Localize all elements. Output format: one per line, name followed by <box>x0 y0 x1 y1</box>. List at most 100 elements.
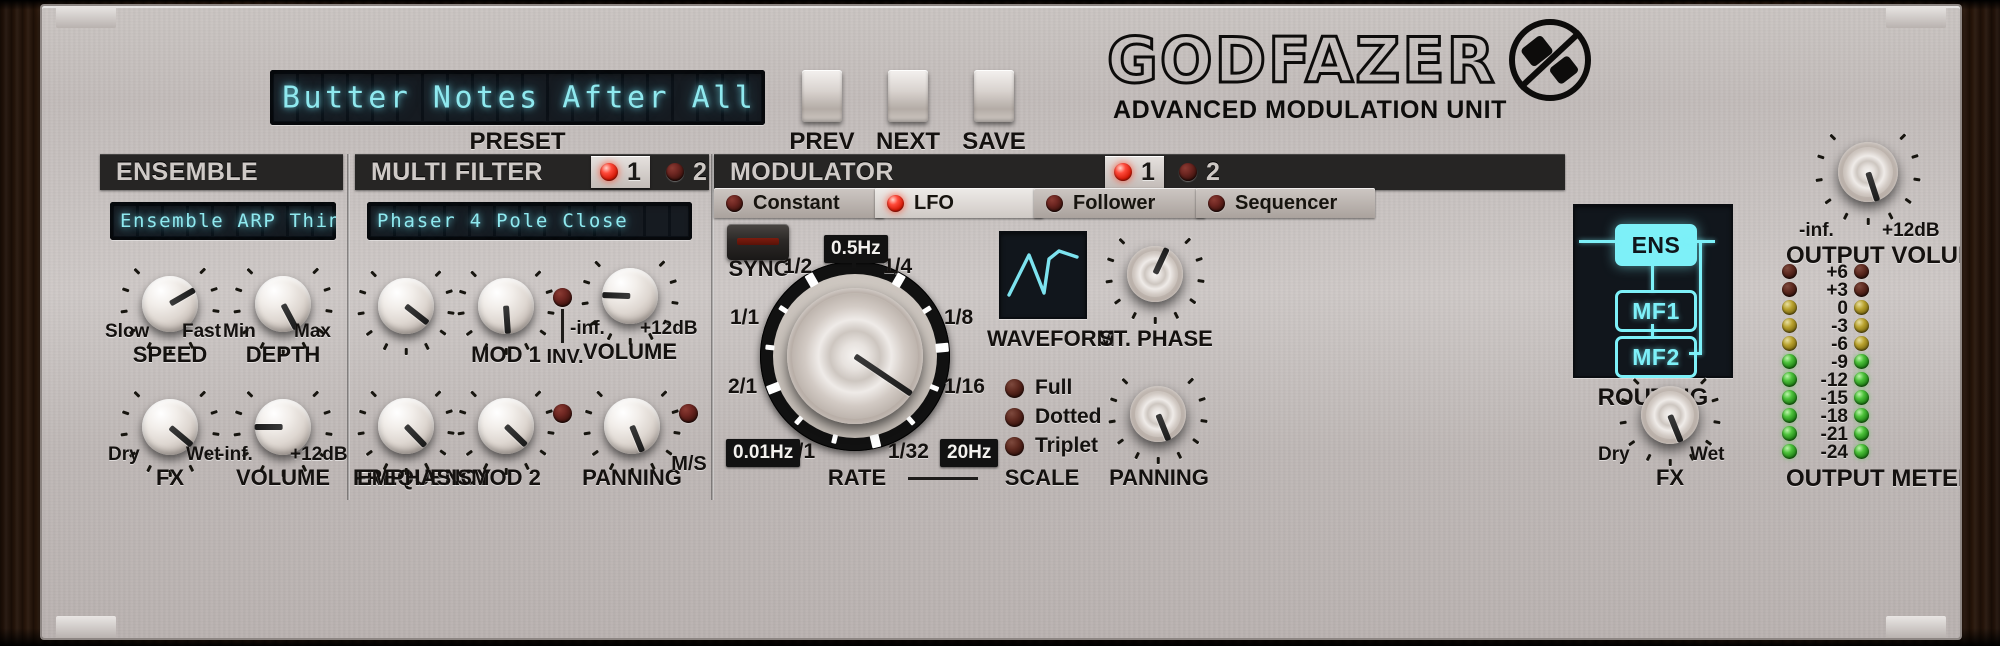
multifilter-selector-1[interactable]: 1 <box>591 156 650 188</box>
knob-pointer <box>503 423 529 448</box>
output-meter-led-right <box>1854 282 1869 297</box>
output-fx-name: FX <box>1655 465 1685 490</box>
multifilter-display[interactable]: Phaser 4 Pole Close <box>367 202 692 240</box>
ensemble-speed-name: SPEED <box>132 342 208 367</box>
knob-cap <box>478 278 534 334</box>
multifilter-inv-label: INV. <box>546 346 584 368</box>
multifilter-mod1-knob[interactable] <box>457 264 555 355</box>
rate-div-label-1-32: 1/32 <box>888 440 929 463</box>
scale-option-dotted-led <box>1005 407 1024 427</box>
sync-button[interactable] <box>727 224 789 260</box>
modulator-panning-knob[interactable] <box>1108 371 1208 464</box>
brand-name: GODFAZER <box>1105 22 1497 98</box>
knob-cap <box>1640 385 1700 445</box>
ensemble-display[interactable]: Ensemble ARP Thin <box>110 202 336 240</box>
rack-ear-bottom-right <box>1886 616 1946 638</box>
rate-badge-stem <box>852 256 856 268</box>
knob-pointer <box>1667 413 1684 444</box>
multifilter-display-text: Phaser 4 Pole Close <box>377 210 629 232</box>
tab-constant[interactable]: Constant <box>714 188 884 218</box>
routing-line-out-v <box>1699 240 1702 354</box>
tab-follower-led <box>1046 194 1063 212</box>
modulator-title: MODULATOR <box>730 157 894 186</box>
ensemble-fx-max-label: Wet <box>186 444 221 465</box>
ensemble-fx-min-label: Dry <box>108 444 140 465</box>
modulator-selector-1[interactable]: 1 <box>1105 156 1164 188</box>
scale-option-triplet-label: Triplet <box>1035 434 1099 457</box>
output-meter-led-left <box>1782 372 1797 387</box>
knob-pointer <box>404 303 430 326</box>
knob-cap <box>478 398 534 454</box>
routing-node-ens[interactable]: ENS <box>1615 224 1697 266</box>
output-fx-max-label: Wet <box>1690 444 1725 465</box>
prev-button[interactable] <box>802 70 842 122</box>
multifilter-selector-2[interactable]: 2 <box>657 156 716 188</box>
output-meter-led-right <box>1854 264 1869 279</box>
scale-option-dotted[interactable]: Dotted <box>1005 405 1102 429</box>
ensemble-volume-name: VOLUME <box>235 465 331 490</box>
plugin-faceplate: GODFAZER ADVANCED MODULATION UNIT Butter… <box>42 6 1960 638</box>
ensemble-volume-min-label: -inf. <box>218 444 253 465</box>
multifilter-inv2-led[interactable] <box>553 404 572 423</box>
tab-lfo-led <box>887 194 904 212</box>
next-button-label: NEXT <box>875 128 940 155</box>
rate-ring-tick <box>765 381 782 395</box>
multifilter-emphasis-knob[interactable] <box>357 384 455 475</box>
waveform-display[interactable] <box>999 231 1087 319</box>
tab-sequencer-label: Sequencer <box>1235 191 1338 214</box>
preset-display[interactable]: Butter Notes After All <box>270 70 765 125</box>
rate-div-label-2-1: 2/1 <box>728 375 758 398</box>
save-button[interactable] <box>974 70 1014 122</box>
routing-node-mf1-label: MF1 <box>1632 297 1680 324</box>
multifilter-frequency-knob[interactable] <box>357 264 455 355</box>
knob-pointer <box>1865 171 1881 202</box>
output-volume-min-label: -inf. <box>1799 220 1834 241</box>
scale-option-triplet[interactable]: Triplet <box>1005 434 1098 458</box>
tab-sequencer[interactable]: Sequencer <box>1196 188 1375 218</box>
output-volume-knob[interactable] <box>1815 126 1921 225</box>
output-meter-led-right <box>1854 300 1869 315</box>
tab-lfo-label: LFO <box>914 191 954 214</box>
knob-cap <box>378 278 434 334</box>
st-phase-knob[interactable] <box>1105 231 1205 324</box>
scale-option-full[interactable]: Full <box>1005 376 1072 400</box>
output-meter-led-left <box>1782 282 1797 297</box>
multifilter-mod2-knob[interactable] <box>457 384 555 475</box>
modulator-selector-2-led <box>1179 163 1197 181</box>
rate-div-label-1-2: 1/2 <box>783 255 813 278</box>
multifilter-inv-led[interactable] <box>553 288 572 307</box>
output-fx-min-label: Dry <box>1598 444 1630 465</box>
next-button[interactable] <box>888 70 928 122</box>
rate-div-label-1-16: 1/16 <box>944 375 985 398</box>
routing-node-mf1[interactable]: MF1 <box>1615 290 1697 332</box>
routing-line-mf1-mf2 <box>1651 324 1654 338</box>
scale-option-full-label: Full <box>1035 376 1073 399</box>
multifilter-panning-knob[interactable] <box>583 384 681 475</box>
rate-min-badge: 0.01Hz <box>726 439 801 467</box>
routing-display[interactable]: ENS MF1 MF2 <box>1573 204 1733 378</box>
output-meter-led-left <box>1782 354 1797 369</box>
tab-lfo[interactable]: LFO <box>875 188 1043 218</box>
modulator-selector-1-led <box>1114 163 1132 181</box>
modulator-selector-2[interactable]: 2 <box>1170 156 1229 188</box>
ensemble-depth-name: DEPTH <box>245 342 321 367</box>
rate-div-label-1-4: 1/4 <box>883 255 913 278</box>
output-meter-label: OUTPUT METER <box>1786 465 1960 492</box>
multifilter-ms-led[interactable] <box>679 404 698 423</box>
tab-follower[interactable]: Follower <box>1034 188 1205 218</box>
ensemble-speed-max-label: Fast <box>182 321 222 342</box>
rate-knob[interactable] <box>787 288 923 424</box>
ensemble-speed-min-label: Slow <box>105 321 150 342</box>
ensemble-title: ENSEMBLE <box>116 157 259 186</box>
multifilter-mod1-name: MOD 1 <box>471 342 541 367</box>
knob-pointer <box>1152 247 1170 276</box>
output-meter-led-left <box>1782 408 1797 423</box>
inv-connector-line <box>561 309 564 343</box>
tab-constant-label: Constant <box>753 191 840 214</box>
output-meter-led-right <box>1854 318 1869 333</box>
multifilter-selector-2-led <box>666 163 684 181</box>
output-meter-led-right <box>1854 408 1869 423</box>
output-meter-led-right <box>1854 372 1869 387</box>
output-meter-led-left <box>1782 426 1797 441</box>
knob-cap <box>602 268 658 324</box>
